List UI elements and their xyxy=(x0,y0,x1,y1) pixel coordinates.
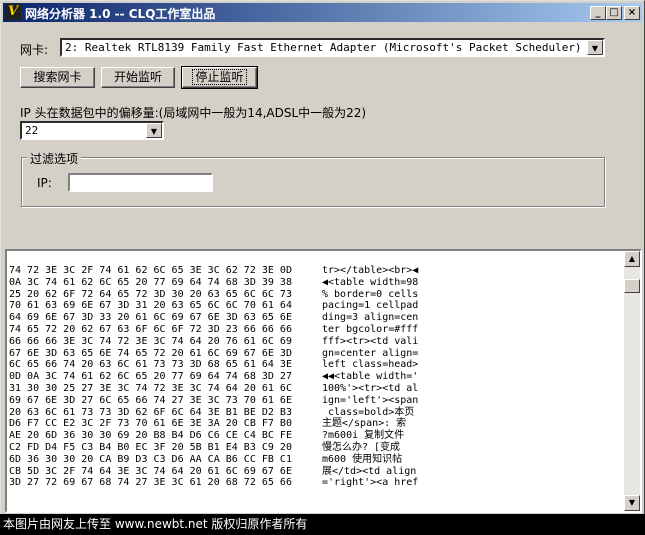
ascii-text: 主题</span>: 索 xyxy=(322,418,407,430)
hex-bytes: D6 F7 CC E2 3C 2F 73 70 61 6E 3E 3A 20 C… xyxy=(9,418,292,430)
ascii-text: tr></table><br>◀ xyxy=(322,265,419,276)
title-bar[interactable]: V 网络分析器 1.0 -- CLQ工作室出品 _ □ × xyxy=(3,3,642,22)
offset-select[interactable]: 22 ▼ xyxy=(20,121,164,140)
ascii-text: m600 使用知识帖 xyxy=(322,453,403,465)
ascii-text: gn=center align= xyxy=(322,347,419,359)
ascii-text: 慢怎么办? [变成 xyxy=(322,441,401,453)
adapter-select-value: 2: Realtek RTL8139 Family Fast Ethernet … xyxy=(65,41,582,54)
start-listen-button[interactable]: 开始监听 xyxy=(101,67,175,88)
hex-bytes: 67 6E 3D 63 65 6E 74 65 72 20 61 6C 69 6… xyxy=(9,347,292,359)
hex-bytes: 74 65 72 20 62 67 63 6F 6C 6F 72 3D 23 6… xyxy=(9,323,292,335)
hex-bytes: 31 30 30 25 27 3E 3C 74 72 3E 3C 74 64 2… xyxy=(9,382,292,394)
start-listen-button-label: 开始监听 xyxy=(113,70,162,84)
close-button[interactable]: × xyxy=(624,6,640,20)
hex-bytes: 69 67 6E 3D 27 6C 65 66 74 27 3E 3C 73 7… xyxy=(9,394,292,406)
ip-label: IP: xyxy=(37,176,52,190)
scroll-down-icon[interactable]: ▼ xyxy=(624,495,640,511)
maximize-button[interactable]: □ xyxy=(606,6,622,20)
vertical-scrollbar[interactable]: ▲ ▼ xyxy=(624,251,640,511)
scrollbar-thumb[interactable] xyxy=(624,279,640,293)
hex-bytes: C2 FD D4 F5 C3 B4 B0 EC 3F 20 5B B1 E4 B… xyxy=(9,441,292,453)
hex-bytes: 25 20 62 6F 72 64 65 72 3D 30 20 63 65 6… xyxy=(9,288,292,300)
footer-banner: 本图片由网友上传至 www.newbt.net 版权归原作者所有 xyxy=(0,514,645,535)
stop-listen-button-label: 停止监听 xyxy=(192,69,247,85)
hex-bytes: 3D 27 72 69 67 68 74 27 3E 3C 61 20 68 7… xyxy=(9,477,292,489)
stop-listen-button[interactable]: 停止监听 xyxy=(181,66,258,89)
packet-output[interactable]: 74 72 3E 3C 2F 74 61 62 6C 65 3E 3C 62 7… xyxy=(5,249,642,513)
adapter-select[interactable]: 2: Realtek RTL8139 Family Fast Ethernet … xyxy=(60,38,605,57)
ascii-text: % border=0 cells xyxy=(322,288,419,300)
chevron-down-icon[interactable]: ▼ xyxy=(587,40,603,55)
hex-bytes: CB 5D 3C 2F 74 64 3E 3C 74 64 20 61 6C 6… xyxy=(9,465,292,477)
hex-bytes: 6C 65 66 74 20 63 6C 61 73 73 3D 68 65 6… xyxy=(9,359,292,371)
footer-text: 本图片由网友上传至 www.newbt.net 版权归原作者所有 xyxy=(3,517,308,531)
adapter-label: 网卡: xyxy=(20,43,49,57)
ascii-text: ◀◀<table width=' xyxy=(322,371,419,383)
chevron-down-icon[interactable]: ▼ xyxy=(146,123,162,138)
hex-bytes: 64 69 6E 67 3D 33 20 61 6C 69 67 6E 3D 6… xyxy=(9,312,292,324)
hex-bytes: 70 61 63 69 6E 67 3D 31 20 63 65 6C 6C 7… xyxy=(9,300,292,312)
hex-bytes: AE 20 6D 36 30 30 69 20 B8 B4 D6 C6 CE C… xyxy=(9,430,292,442)
window-title: 网络分析器 1.0 -- CLQ工作室出品 xyxy=(25,7,216,21)
ascii-text: 展</td><td align xyxy=(322,465,417,477)
hex-bytes: 0D 0A 3C 74 61 62 6C 65 20 77 69 64 74 6… xyxy=(9,371,292,383)
ascii-text: 100%'><tr><td al xyxy=(322,382,419,394)
hex-bytes: 74 72 3E 3C 2F 74 61 62 6C 65 3E 3C 62 7… xyxy=(9,265,292,276)
search-adapter-button[interactable]: 搜索网卡 xyxy=(20,67,95,88)
minimize-button[interactable]: _ xyxy=(590,6,606,20)
search-adapter-button-label: 搜索网卡 xyxy=(33,70,82,84)
ascii-text: ?m600i 复制文件 xyxy=(322,430,405,442)
ascii-text: class=bold>本页 xyxy=(322,406,415,418)
scroll-up-icon[interactable]: ▲ xyxy=(624,251,640,267)
filter-group-title: 过滤选项 xyxy=(27,150,82,167)
ascii-text: ding=3 align=cen xyxy=(322,312,419,324)
ascii-text: ◀<table width=98 xyxy=(322,276,419,288)
ascii-text: ='right'><a href xyxy=(322,477,419,489)
hex-bytes: 0A 3C 74 61 62 6C 65 20 77 69 64 74 68 3… xyxy=(9,276,292,288)
offset-label: IP 头在数据包中的偏移量:(局域网中一般为14,ADSL中一般为22) xyxy=(20,106,367,120)
ascii-text: pacing=1 cellpad xyxy=(322,300,419,312)
offset-select-value: 22 xyxy=(25,124,39,137)
ip-filter-input[interactable] xyxy=(68,173,213,192)
hex-bytes: 6D 36 30 30 20 CA B9 D3 C3 D6 AA CA B6 C… xyxy=(9,453,292,465)
ascii-text: ter bgcolor=#fff xyxy=(322,323,419,335)
ascii-text: fff><tr><td vali xyxy=(322,335,419,347)
main-window: V 网络分析器 1.0 -- CLQ工作室出品 _ □ × 网卡: 2: Rea… xyxy=(0,0,645,535)
app-icon: V xyxy=(5,4,21,20)
hex-bytes: 20 63 6C 61 73 73 3D 62 6F 6C 64 3E B1 B… xyxy=(9,406,292,418)
ascii-text: ign='left'><span xyxy=(322,394,419,406)
hex-bytes: 66 66 66 3E 3C 74 72 3E 3C 74 64 20 76 6… xyxy=(9,335,292,347)
ascii-text: left class=head> xyxy=(322,359,419,371)
